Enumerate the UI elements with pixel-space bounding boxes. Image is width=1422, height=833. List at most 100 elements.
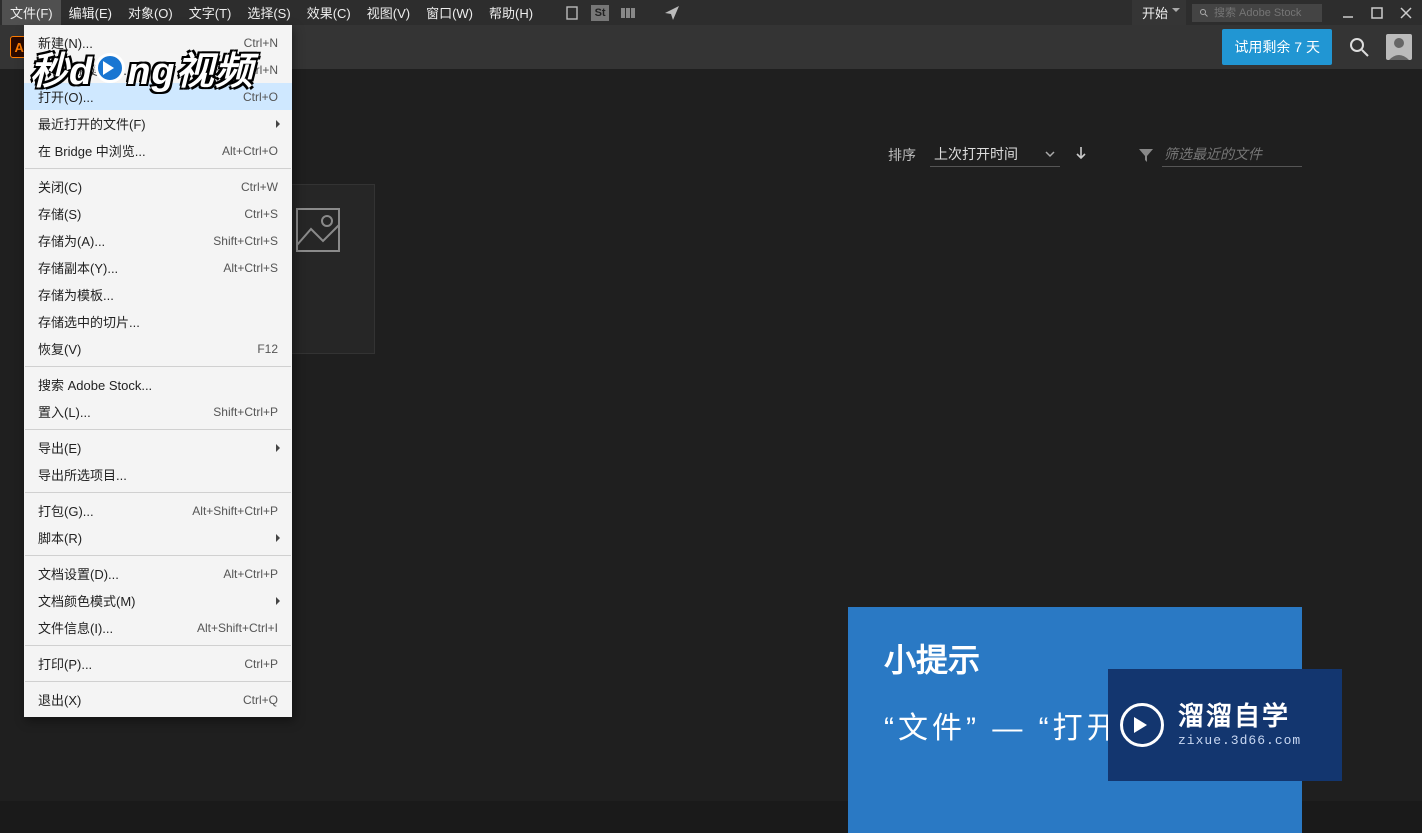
sort-direction-button[interactable]: [1074, 146, 1088, 163]
stock-search-input[interactable]: [1214, 7, 1314, 19]
menu-row[interactable]: 存储为模板...: [24, 281, 292, 308]
menu-item[interactable]: 帮助(H): [481, 0, 541, 26]
menu-item[interactable]: 文件(F): [2, 0, 61, 26]
menu-row[interactable]: 文档设置(D)... Alt+Ctrl+P: [24, 560, 292, 587]
menu-row-label: 脚本(R): [38, 528, 82, 547]
brand-overlay: 溜溜自学 zixue.3d66.com: [1108, 669, 1342, 781]
file-menu-dropdown: 新建(N)...Ctrl+N从模板新建(T)...Shift+Ctrl+N打开(…: [24, 25, 292, 717]
submenu-arrow-icon: [276, 534, 284, 542]
menu-row[interactable]: 恢复(V) F12: [24, 335, 292, 362]
menu-row-shortcut: Alt+Ctrl+S: [223, 261, 278, 275]
sort-value: 上次打开时间: [934, 144, 1018, 164]
minimize-button[interactable]: [1334, 3, 1362, 23]
menu-row[interactable]: 退出(X) Ctrl+Q: [24, 686, 292, 713]
menu-row-label: 文档设置(D)...: [38, 564, 119, 583]
menu-row[interactable]: 存储副本(Y)... Alt+Ctrl+S: [24, 254, 292, 281]
menubar-extra-icons: St: [561, 4, 683, 22]
menu-row[interactable]: 存储(S)Ctrl+S: [24, 200, 292, 227]
menu-item[interactable]: 效果(C): [299, 0, 359, 26]
menu-row-label: 恢复(V): [38, 339, 81, 358]
menu-row[interactable]: 最近打开的文件(F): [24, 110, 292, 137]
menu-row-label: 存储选中的切片...: [38, 312, 140, 331]
menu-row[interactable]: 导出所选项目...: [24, 461, 292, 488]
menu-row[interactable]: 脚本(R): [24, 524, 292, 551]
menu-row[interactable]: 搜索 Adobe Stock...: [24, 371, 292, 398]
menu-separator: [25, 492, 291, 493]
menu-row-label: 导出所选项目...: [38, 465, 127, 484]
menu-row-label: 关闭(C): [38, 177, 82, 196]
menu-row[interactable]: 文档颜色模式(M): [24, 587, 292, 614]
menu-row[interactable]: 存储为(A)... Shift+Ctrl+S: [24, 227, 292, 254]
sort-label: 排序: [888, 145, 916, 165]
submenu-arrow-icon: [276, 444, 284, 452]
filter-icon[interactable]: [1138, 147, 1154, 163]
brand-main: 溜溜自学: [1178, 700, 1301, 734]
menu-row-label: 存储为(A)...: [38, 231, 105, 250]
menu-item[interactable]: 窗口(W): [418, 0, 481, 26]
menu-row[interactable]: 文件信息(I)... Alt+Shift+Ctrl+I: [24, 614, 292, 641]
menu-separator: [25, 168, 291, 169]
search-button[interactable]: [1346, 34, 1372, 60]
menu-row-shortcut: Alt+Shift+Ctrl+I: [197, 621, 278, 635]
submenu-arrow-icon: [276, 120, 284, 128]
menu-row-shortcut: Ctrl+Q: [243, 693, 278, 707]
stock-search[interactable]: [1192, 4, 1322, 22]
sort-dropdown[interactable]: 上次打开时间: [930, 142, 1060, 167]
window-controls: [1334, 3, 1420, 23]
menu-separator: [25, 555, 291, 556]
filter-input[interactable]: 筛选最近的文件: [1162, 142, 1302, 167]
doc-icon[interactable]: [561, 4, 583, 22]
menu-row-label: 文件信息(I)...: [38, 618, 113, 637]
menu-row-label: 存储副本(Y)...: [38, 258, 118, 277]
menu-row-shortcut: Shift+Ctrl+P: [213, 405, 278, 419]
brand-sub: zixue.3d66.com: [1178, 733, 1301, 750]
sort-filter-row: 排序 上次打开时间 筛选最近的文件: [888, 142, 1302, 167]
user-icon: [1386, 34, 1412, 60]
menu-item[interactable]: 文字(T): [181, 0, 240, 26]
close-button[interactable]: [1392, 3, 1420, 23]
menu-row-shortcut: Alt+Ctrl+P: [223, 567, 278, 581]
menu-item[interactable]: 编辑(E): [61, 0, 120, 26]
menu-row-shortcut: Alt+Shift+Ctrl+P: [192, 504, 278, 518]
menu-row[interactable]: 关闭(C) Ctrl+W: [24, 173, 292, 200]
menu-row[interactable]: 存储选中的切片...: [24, 308, 292, 335]
chevron-down-icon: [1044, 148, 1056, 160]
menu-row-label: 打印(P)...: [38, 654, 92, 673]
submenu-arrow-icon: [276, 597, 284, 605]
menu-row-label: 文档颜色模式(M): [38, 591, 136, 610]
menu-item[interactable]: 选择(S): [239, 0, 298, 26]
arrange-icon[interactable]: [617, 4, 639, 22]
menu-row[interactable]: 在 Bridge 中浏览...Alt+Ctrl+O: [24, 137, 292, 164]
menu-separator: [25, 366, 291, 367]
play-icon: [1120, 703, 1164, 747]
menu-row[interactable]: 打包(G)... Alt+Shift+Ctrl+P: [24, 497, 292, 524]
image-placeholder-icon: [293, 205, 343, 255]
menu-row-shortcut: F12: [257, 342, 278, 356]
menu-separator: [25, 429, 291, 430]
menubar: 文件(F)编辑(E)对象(O)文字(T)选择(S)效果(C)视图(V)窗口(W)…: [0, 0, 1422, 25]
workspace-switcher[interactable]: 开始: [1132, 0, 1186, 26]
menu-item[interactable]: 视图(V): [359, 0, 418, 26]
profile-button[interactable]: [1386, 34, 1412, 60]
menu-row-shortcut: Ctrl+W: [241, 180, 278, 194]
video-watermark: 秒d ng视频: [30, 40, 254, 95]
trial-badge[interactable]: 试用剩余 7 天: [1222, 29, 1332, 65]
menu-separator: [25, 645, 291, 646]
menu-row-label: 存储为模板...: [38, 285, 114, 304]
menu-row[interactable]: 打印(P)... Ctrl+P: [24, 650, 292, 677]
maximize-button[interactable]: [1363, 3, 1391, 23]
menu-row-shortcut: Shift+Ctrl+S: [213, 234, 278, 248]
stock-st-icon[interactable]: St: [591, 5, 609, 21]
workspace-label: 开始: [1142, 6, 1168, 21]
arrow-down-icon: [1074, 146, 1088, 160]
menu-row-label: 退出(X): [38, 690, 81, 709]
menu-row-shortcut: Ctrl+P: [244, 657, 278, 671]
send-icon[interactable]: [661, 4, 683, 22]
search-icon: [1349, 37, 1369, 57]
menu-row[interactable]: 置入(L)...Shift+Ctrl+P: [24, 398, 292, 425]
search-icon: [1200, 7, 1208, 19]
menu-row[interactable]: 导出(E): [24, 434, 292, 461]
menu-item[interactable]: 对象(O): [120, 0, 181, 26]
menu-row-label: 存储(S): [38, 204, 81, 223]
menu-row-label: 打包(G)...: [38, 501, 94, 520]
